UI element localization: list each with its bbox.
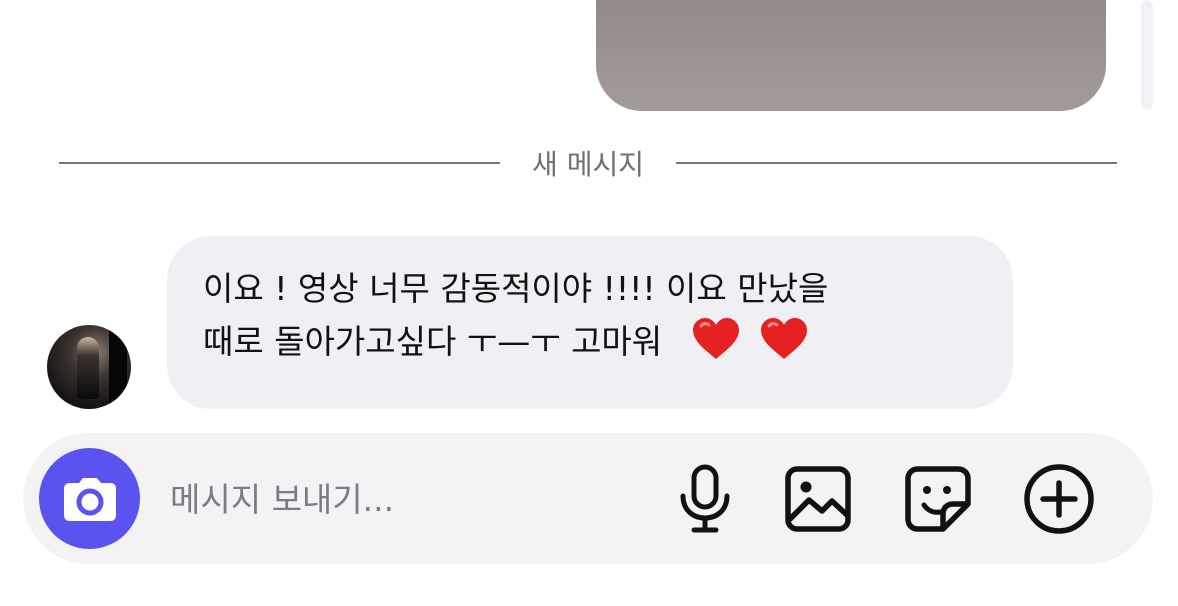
gallery-icon (785, 466, 851, 532)
incoming-message-bubble[interactable]: 이요 ! 영상 너무 감동적이야 !!!! 이요 만났을 때로 돌아가고싶다 ㅜ… (167, 236, 1013, 409)
camera-button[interactable] (39, 448, 140, 549)
message-composer (23, 433, 1153, 564)
gallery-button[interactable] (778, 459, 858, 539)
new-messages-label: 새 메시지 (532, 148, 644, 181)
message-text-line-1: 이요 ! 영상 너무 감동적이야 !!!! 이요 만났을 (203, 269, 829, 308)
sticker-icon (905, 466, 971, 532)
camera-icon (63, 477, 116, 521)
new-messages-divider: 새 메시지 (59, 140, 1118, 186)
divider-line-left (59, 162, 501, 164)
scrollbar-thumb[interactable] (1141, 0, 1153, 110)
heart-emoji (691, 317, 741, 376)
voice-message-button[interactable] (665, 459, 745, 539)
shared-media-thumbnail[interactable] (596, 0, 1106, 111)
sticker-button[interactable] (898, 459, 978, 539)
more-options-button[interactable] (1019, 459, 1099, 539)
heart-emoji (759, 317, 809, 376)
divider-line-right (675, 162, 1118, 164)
message-input[interactable] (168, 470, 622, 528)
plus-icon (1024, 464, 1094, 534)
sender-avatar[interactable] (47, 325, 131, 409)
message-text-line-2-text: 때로 돌아가고싶다 ㅜ—ㅜ 고마워 (203, 322, 663, 361)
microphone-icon (680, 464, 730, 533)
message-text-line-2: 때로 돌아가고싶다 ㅜ—ㅜ 고마워 (203, 315, 979, 376)
